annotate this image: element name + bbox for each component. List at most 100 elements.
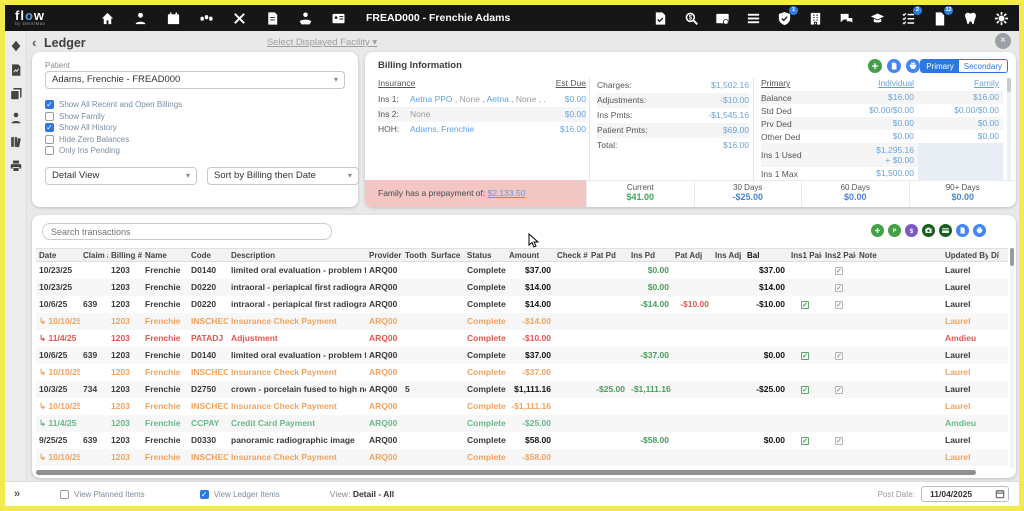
- list-icon[interactable]: [745, 10, 761, 26]
- checkbox-show-all-recent-and-open-billings[interactable]: ✓Show All Recent and Open Billings: [45, 100, 182, 109]
- checkbox-view-planned-items[interactable]: View Planned Items: [60, 490, 145, 499]
- ins2-paid-checkbox[interactable]: ✓: [835, 437, 843, 445]
- checkbox-box[interactable]: [45, 146, 54, 155]
- checkbox-box[interactable]: ✓: [45, 100, 54, 109]
- column-header-date[interactable]: Date: [36, 249, 80, 261]
- search-dollar-icon[interactable]: $: [683, 10, 699, 26]
- document-check-icon[interactable]: [652, 10, 668, 26]
- ins2-paid-checkbox[interactable]: ✓: [835, 284, 843, 292]
- transaction-row[interactable]: ↳ 10/10/251203FrenchieINSCHECKInsurance …: [36, 449, 1008, 466]
- patient-icon[interactable]: [132, 10, 148, 26]
- transaction-row[interactable]: ↳ 11/4/251203FrenchieCCPAYCredit Card Pa…: [36, 415, 1008, 432]
- column-header-code[interactable]: Code: [188, 249, 228, 261]
- print-button[interactable]: [973, 224, 986, 237]
- transaction-row[interactable]: 9/25/256391203FrenchieD0330panoramic rad…: [36, 432, 1008, 449]
- checkbox-box[interactable]: ✓: [45, 123, 54, 132]
- column-header-ins_pd[interactable]: Ins Pd: [628, 249, 672, 261]
- column-header-ins2[interactable]: Ins2 Paid: [822, 249, 856, 261]
- column-header-provider[interactable]: Provider: [366, 249, 402, 261]
- checkbox-only-ins-pending[interactable]: Only Ins Pending: [45, 146, 182, 155]
- imaging-icon[interactable]: [714, 10, 730, 26]
- ins2-paid-checkbox[interactable]: ✓: [835, 301, 843, 309]
- ins1-paid-checkbox[interactable]: ✓: [801, 352, 809, 360]
- column-header-pat_adj[interactable]: Pat Adj: [672, 249, 712, 261]
- column-header-claim[interactable]: Claim #: [80, 249, 108, 261]
- back-chevron-icon[interactable]: ‹: [32, 35, 36, 50]
- prepayment-amount-link[interactable]: $2,133.50: [488, 188, 526, 198]
- add-transaction-button[interactable]: [871, 224, 884, 237]
- column-header-name[interactable]: Name: [142, 249, 188, 261]
- column-header-billing[interactable]: Billing #: [108, 249, 142, 261]
- close-icon[interactable]: ×: [995, 33, 1011, 49]
- dental-chart-icon[interactable]: [198, 10, 214, 26]
- post-date-input[interactable]: 11/04/2025: [921, 486, 1009, 502]
- billing-icon[interactable]: [264, 10, 280, 26]
- statement-button[interactable]: [956, 224, 969, 237]
- vertical-scrollbar[interactable]: [1010, 248, 1014, 468]
- transaction-row[interactable]: 10/6/256391203FrenchieD0140limited oral …: [36, 347, 1008, 364]
- column-header-amount[interactable]: Amount: [506, 249, 554, 261]
- approvals-icon[interactable]: 1: [776, 10, 792, 26]
- camera-button[interactable]: [922, 224, 935, 237]
- statement-button[interactable]: [887, 59, 901, 73]
- column-header-desc[interactable]: Description: [228, 249, 366, 261]
- documents-icon[interactable]: 12: [931, 10, 947, 26]
- transaction-row[interactable]: 10/6/256391203FrenchieD0220intraoral - p…: [36, 296, 1008, 313]
- checkbox-box[interactable]: [45, 112, 54, 121]
- sidebar-patient-icon[interactable]: [9, 111, 23, 125]
- apply-credit-button[interactable]: $: [905, 224, 918, 237]
- column-header-surface[interactable]: Surface: [428, 249, 464, 261]
- transaction-row[interactable]: 10/3/257341203FrenchieD2750crown - porce…: [36, 381, 1008, 398]
- sidebar-chart-doc-icon[interactable]: [9, 63, 23, 77]
- tools-icon[interactable]: [231, 10, 247, 26]
- payment-icon[interactable]: [297, 10, 313, 26]
- transaction-row[interactable]: ↳ 11/4/251203FrenchiePATADJAdjustmentARQ…: [36, 330, 1008, 347]
- post-payment-button[interactable]: P: [888, 224, 901, 237]
- ins2-paid-checkbox[interactable]: ✓: [835, 352, 843, 360]
- coverage-scrollbar[interactable]: [1007, 78, 1011, 182]
- insurance-link[interactable]: Aetna: [487, 94, 509, 104]
- transaction-row[interactable]: 10/23/251203FrenchieD0140limited oral ev…: [36, 262, 1008, 279]
- transaction-row[interactable]: 10/23/251203FrenchieD0220intraoral - per…: [36, 279, 1008, 296]
- column-header-note[interactable]: Note: [856, 249, 942, 261]
- horizontal-scrollbar[interactable]: [36, 470, 1004, 475]
- sort-select[interactable]: Sort by Billing then Date▾: [207, 167, 359, 185]
- transaction-row[interactable]: ↳ 10/10/251203FrenchieINSCHECKInsurance …: [36, 364, 1008, 381]
- ins1-paid-checkbox[interactable]: ✓: [801, 437, 809, 445]
- checkbox-view-ledger-items[interactable]: ✓View Ledger Items: [200, 490, 280, 499]
- ins1-paid-checkbox[interactable]: ✓: [801, 386, 809, 394]
- column-header-ins1[interactable]: Ins1 Paid: [788, 249, 822, 261]
- id-card-icon[interactable]: [330, 10, 346, 26]
- column-header-tooth[interactable]: Tooth: [402, 249, 428, 261]
- patient-select[interactable]: Adams, Frenchie - FREAD000▾: [45, 71, 345, 89]
- checkbox-box[interactable]: [45, 135, 54, 144]
- calendar-icon[interactable]: [995, 489, 1005, 503]
- search-input[interactable]: [42, 223, 332, 240]
- view-select[interactable]: Detail View▾: [45, 167, 197, 185]
- tasks-icon[interactable]: 2: [900, 10, 916, 26]
- checkbox-box[interactable]: ✓: [200, 490, 209, 499]
- column-header-bal[interactable]: Bal: [744, 249, 788, 261]
- sidebar-printer-icon[interactable]: [9, 159, 23, 173]
- insurance-link[interactable]: Aetna PPO: [410, 94, 453, 104]
- transaction-row[interactable]: ↳ 10/10/251203FrenchieINSCHECKInsurance …: [36, 313, 1008, 330]
- tooth-icon[interactable]: [962, 10, 978, 26]
- card-payment-button[interactable]: [939, 224, 952, 237]
- add-button[interactable]: [868, 59, 882, 73]
- education-icon[interactable]: [869, 10, 885, 26]
- messages-icon[interactable]: [838, 10, 854, 26]
- ins2-paid-checkbox[interactable]: ✓: [835, 386, 843, 394]
- checkbox-hide-zero-balances[interactable]: Hide Zero Balances: [45, 135, 182, 144]
- office-icon[interactable]: [807, 10, 823, 26]
- column-header-disc[interactable]: Di: [988, 249, 1004, 261]
- toggle-secondary[interactable]: Secondary: [959, 60, 1007, 72]
- sidebar-books-icon[interactable]: [9, 135, 23, 149]
- insurance-link[interactable]: Adams, Frenchie: [410, 124, 474, 134]
- ins1-paid-checkbox[interactable]: ✓: [801, 301, 809, 309]
- sidebar-diamond-icon[interactable]: [9, 39, 23, 53]
- column-header-check[interactable]: Check #: [554, 249, 588, 261]
- sidebar-copy-icon[interactable]: [9, 87, 23, 101]
- checkbox-box[interactable]: [60, 490, 69, 499]
- settings-icon[interactable]: [993, 10, 1009, 26]
- column-header-pat_pd[interactable]: Pat Pd: [588, 249, 628, 261]
